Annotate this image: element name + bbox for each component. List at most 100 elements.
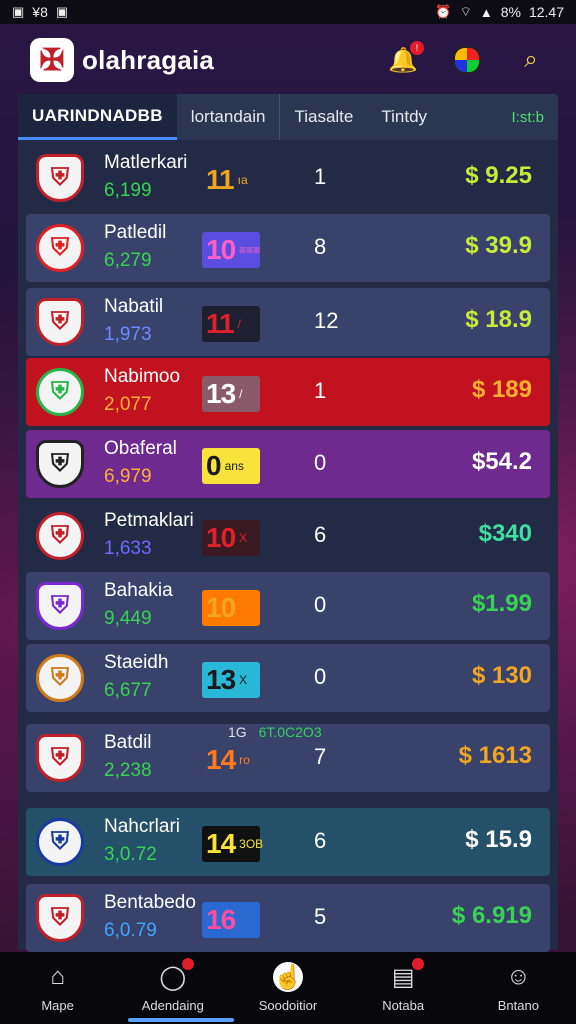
team-crest-icon: ⛨ — [36, 368, 84, 416]
tab-bar: UARINDNADBB lortandain Tiasalte Tintdy I… — [18, 94, 558, 140]
nav-badge — [181, 958, 194, 970]
odds-suffix: / — [239, 387, 243, 401]
team-row[interactable]: ⛨ Nahcrlari 3,0.72 14 3OB 6 $ 15.9 — [26, 808, 550, 876]
team-rank: 7 — [314, 744, 327, 769]
team-row[interactable]: ⛨ Nabatil 1,973 11/12 $ 18.9 — [26, 288, 550, 356]
team-count: 2,077 — [104, 394, 152, 415]
app-logo: ✠ — [30, 38, 74, 82]
odds-suffix: ıa — [237, 173, 248, 187]
team-price: $ 18.9 — [465, 306, 532, 333]
color-wheel-icon — [453, 46, 481, 74]
tab-list[interactable]: I:st:b — [497, 94, 558, 140]
odds-value: 14 — [206, 828, 236, 859]
swipe-icon: ☝ — [272, 962, 303, 992]
team-count: 1,973 — [104, 324, 152, 345]
image-icon: ▣ — [12, 4, 25, 19]
team-count: 6,979 — [104, 466, 152, 487]
team-price: $ 1613 — [458, 742, 532, 769]
odds-badge: 10 ≡≡≡ — [202, 232, 260, 268]
odds-badge: 11/ — [202, 306, 260, 342]
team-crest-icon: ⛨ — [36, 894, 84, 942]
team-price: $340 — [478, 520, 532, 547]
team-rank: 5 — [314, 904, 327, 929]
team-list: ⛨ Matlerkari 6,199 11 ıa 1 $ 9.25 ⛨ Patledil 6,27… — [18, 140, 558, 952]
team-row[interactable]: ⛨ Bentabedo 6,0.79 16 5 $ 6.919 — [26, 884, 550, 952]
team-rank: 0 — [314, 664, 327, 689]
team-name: Patledil — [104, 222, 167, 243]
team-price: $54.2 — [471, 448, 532, 475]
nav-notes[interactable]: ▤ Notaba — [348, 952, 458, 1013]
alarm-icon: ⏰ — [435, 4, 452, 19]
wifi-icon: ⌔ — [459, 4, 472, 19]
team-count: 6,677 — [104, 680, 152, 701]
team-count: 3,0.72 — [104, 844, 157, 865]
team-crest-icon: ⛨ — [36, 582, 84, 630]
nav-active-indicator — [128, 1018, 234, 1022]
odds-value: 10 — [206, 234, 236, 265]
team-crest-icon: ⛨ — [36, 224, 84, 272]
nav-home-label: Mape — [41, 998, 74, 1013]
nav-attending-label: Adendaing — [141, 998, 204, 1013]
team-row[interactable]: ⛨ Matlerkari 6,199 11 ıa 1 $ 9.25 — [26, 144, 550, 212]
team-rank: 8 — [314, 234, 327, 259]
nav-notes-badge — [412, 958, 425, 970]
tab-today[interactable]: Tintdy — [367, 94, 441, 140]
odds-value: 11 — [206, 308, 235, 339]
team-price: $ 130 — [471, 662, 532, 689]
divider-left: 1G — [228, 724, 247, 740]
team-row[interactable]: ⛨ Petmaklari 1,633 10 X 6 $340 — [26, 502, 550, 570]
notifications-button[interactable]: 🔔 ! — [388, 41, 424, 75]
nav-profile-label: Bntano — [497, 998, 539, 1013]
app-header: ✠ olahragaia 🔔 ! ⌕ — [16, 26, 560, 94]
team-rank: 12 — [314, 308, 339, 333]
team-row[interactable]: ⛨ Staeidh 6,677 13 X 0 $ 130 — [26, 644, 550, 712]
team-row[interactable]: ⛨ Obaferal 6,979 0 ans 0 $54.2 — [26, 430, 550, 498]
team-crest-icon: ⛨ — [36, 734, 84, 782]
odds-suffix: X — [239, 673, 248, 687]
odds-badge: 13/ — [202, 376, 260, 412]
nav-scoreboard[interactable]: ☝ Soodoitior — [233, 952, 343, 1013]
team-crest-icon: ⛨ — [36, 154, 84, 202]
team-rank: 1 — [314, 378, 327, 403]
odds-suffix: ≡≡≡ — [239, 243, 261, 257]
odds-badge: 14 ro — [202, 742, 260, 778]
theme-button[interactable] — [452, 45, 482, 75]
odds-value: 10 — [206, 522, 236, 553]
tab-results[interactable]: Tiasalte — [279, 94, 367, 140]
team-crest-icon: ⛨ — [36, 512, 84, 560]
odds-badge: 0 ans — [202, 448, 260, 484]
team-name: Nahcrlari — [104, 816, 181, 837]
team-name: Staeidh — [104, 652, 169, 673]
odds-badge: 10 — [202, 590, 260, 626]
team-price: $ 6.919 — [451, 902, 532, 929]
odds-badge: 16 — [202, 902, 260, 938]
team-count: 2,238 — [104, 760, 152, 781]
status-bar: ▣ ¥8 ▣ ⏰ ⌔ ▲ 8% 12.47 — [0, 0, 576, 24]
team-price: $ 189 — [471, 376, 532, 403]
tab-standing[interactable]: lortandain — [177, 94, 280, 140]
odds-value: 0 — [206, 450, 222, 481]
tab-all[interactable]: UARINDNADBB — [18, 94, 177, 140]
team-name: Obaferal — [104, 438, 177, 459]
odds-value: 13 — [206, 664, 236, 695]
team-count: 6,279 — [104, 250, 152, 271]
nav-attending[interactable]: ◯ Adendaing — [118, 952, 228, 1013]
profile-icon: ☺ — [506, 963, 531, 990]
odds-value: 11 — [206, 164, 235, 195]
team-row[interactable]: ⛨ Bahakia 9,449 10 0 $1.99 — [26, 572, 550, 640]
team-count: 9,449 — [104, 608, 152, 629]
team-row[interactable]: ⛨ Nabimoo 2,077 13/1 $ 189 — [26, 358, 550, 426]
odds-value: 16 — [206, 904, 236, 935]
team-count: 1,633 — [104, 538, 152, 559]
nav-profile[interactable]: ☺ Bntano — [463, 952, 573, 1013]
team-count: 6,199 — [104, 180, 152, 201]
nav-notes-label: Notaba — [382, 998, 425, 1013]
team-row[interactable]: ⛨ Patledil 6,279 10 ≡≡≡ 8 $ 39.9 — [26, 214, 550, 282]
search-button[interactable]: ⌕ — [516, 45, 546, 75]
nav-home[interactable]: ⌂ Mape — [3, 952, 113, 1013]
app-title: olahragaia — [82, 44, 215, 75]
section-divider: 1G 6T.0C2O3 — [228, 724, 322, 740]
team-crest-icon: ⛨ — [36, 440, 84, 488]
odds-suffix: X — [239, 531, 248, 545]
odds-value: 14 — [206, 744, 236, 775]
